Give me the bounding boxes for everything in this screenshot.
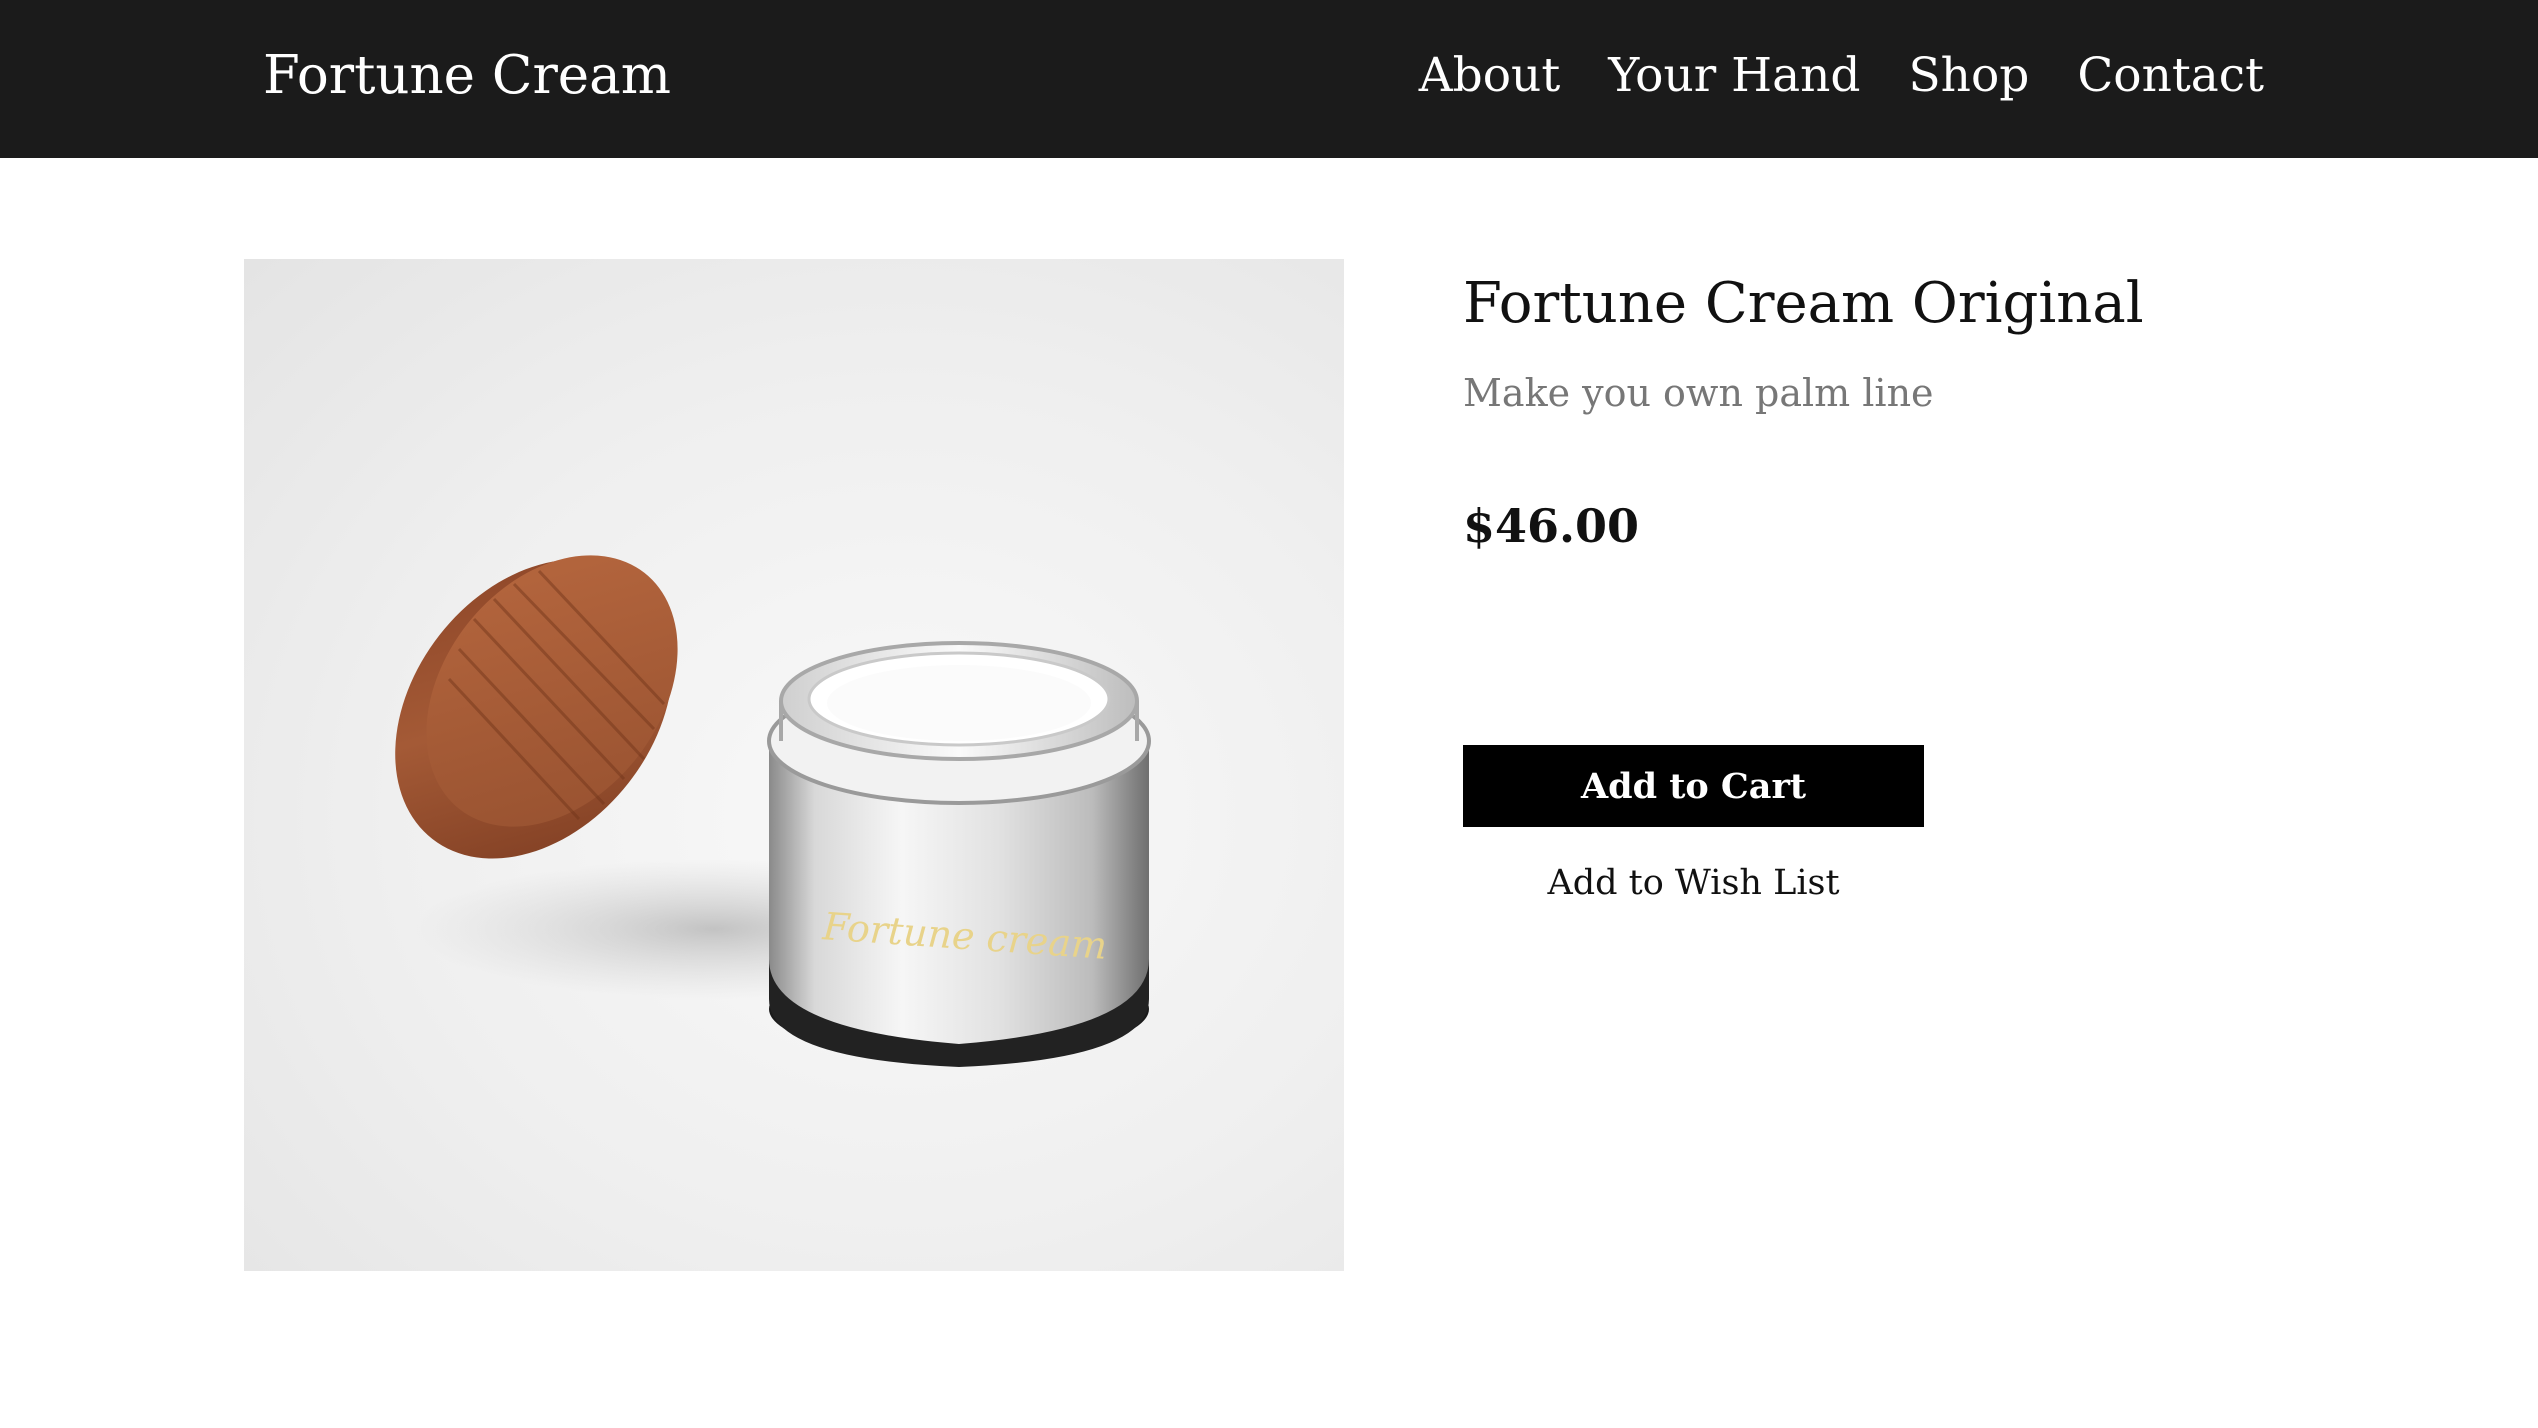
product-subtitle: Make you own palm line	[1463, 371, 1934, 415]
brand-logo-link[interactable]: Fortune Cream	[263, 42, 671, 110]
glass-jar: Fortune cream	[767, 641, 1151, 1067]
nav-link-your-hand[interactable]: Your Hand	[1608, 42, 1860, 110]
site-header: Fortune Cream About Your Hand Shop Conta…	[0, 0, 2538, 158]
product-image: Fortune cream	[244, 259, 1344, 1271]
add-to-wishlist-link[interactable]: Add to Wish List	[1463, 857, 1924, 909]
nav-link-shop[interactable]: Shop	[1908, 42, 2029, 110]
wooden-lid	[395, 555, 678, 859]
main-nav: About Your Hand Shop Contact	[1419, 42, 2264, 110]
product-title: Fortune Cream Original	[1463, 271, 2144, 336]
product-info: Fortune Cream Original Make you own palm…	[1463, 259, 2263, 903]
nav-link-about[interactable]: About	[1419, 42, 1560, 110]
nav-link-contact[interactable]: Contact	[2077, 42, 2264, 110]
cream-jar-illustration: Fortune cream	[395, 555, 1151, 1067]
add-to-cart-button[interactable]: Add to Cart	[1463, 745, 1924, 827]
product-price: $46.00	[1463, 499, 1640, 553]
